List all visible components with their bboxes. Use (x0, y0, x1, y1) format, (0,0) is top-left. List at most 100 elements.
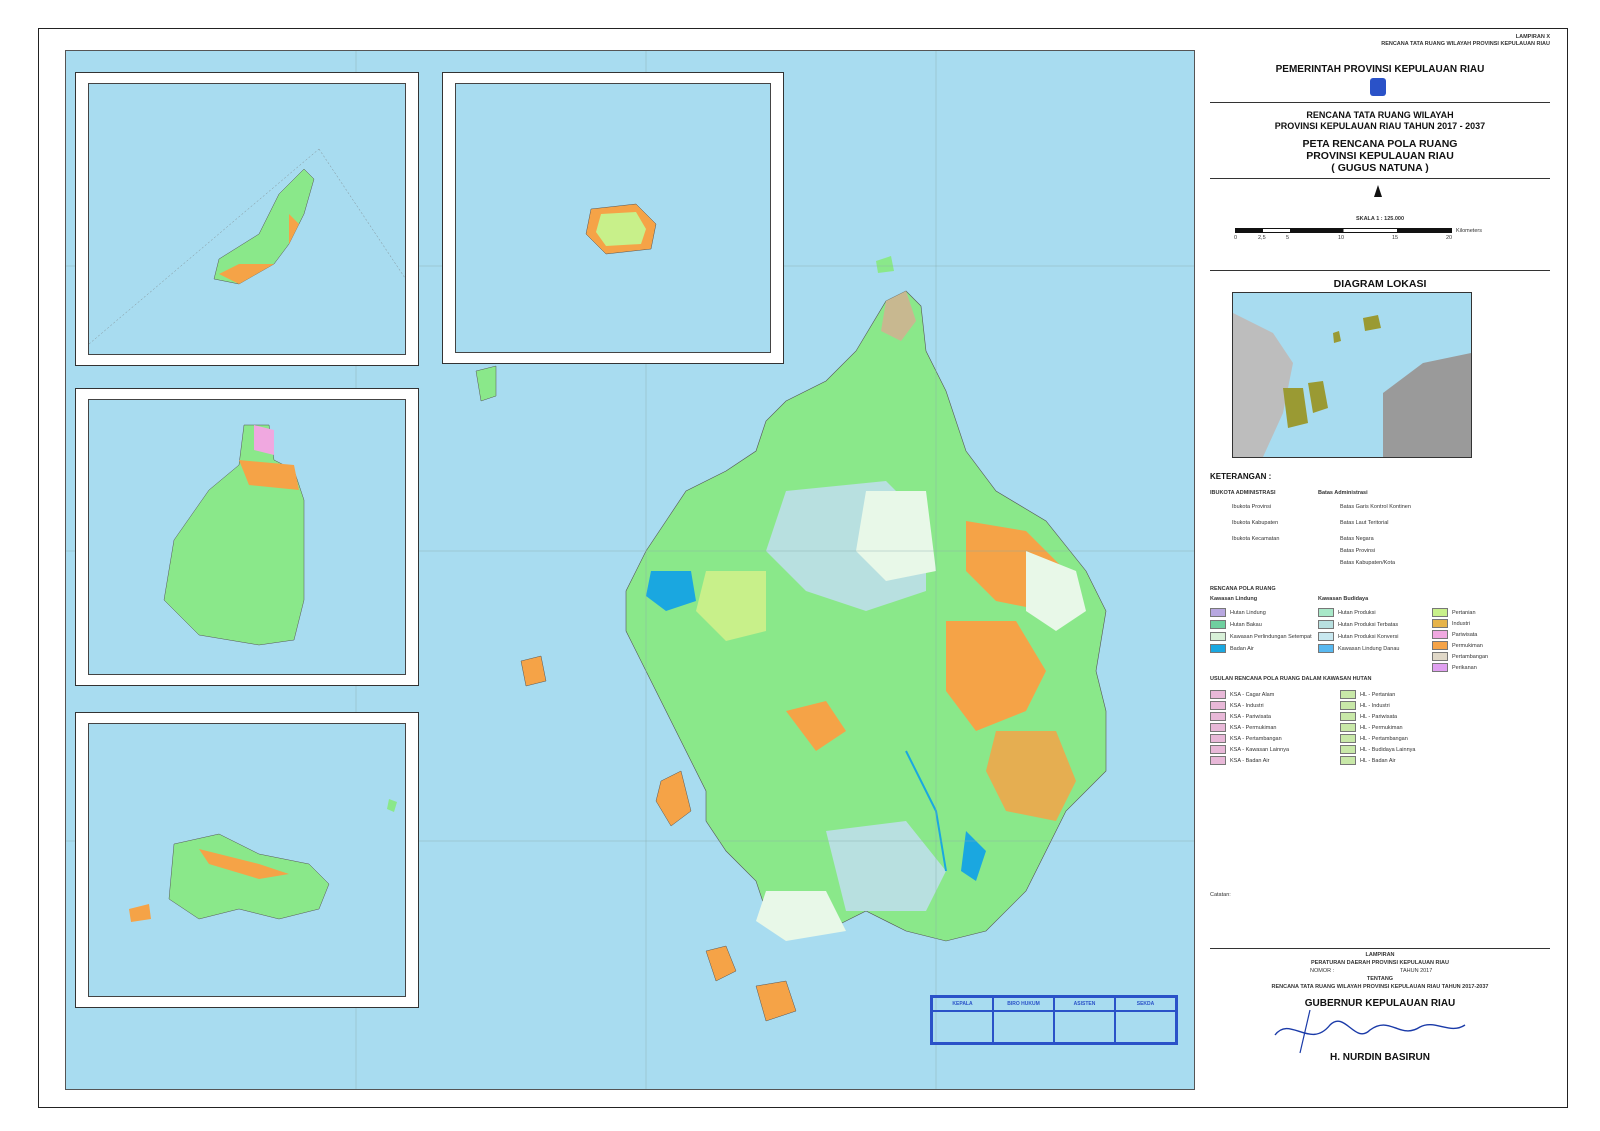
usulan-right-item-6: HL - Badan Air (1340, 756, 1396, 765)
budidaya-item-label: Hutan Produksi Terbatas (1338, 621, 1399, 628)
lindung-item-swatch (1210, 620, 1226, 629)
scale-tick-4: 15 (1392, 235, 1399, 241)
budidaya2-item-0: Pertanian (1432, 608, 1476, 617)
lindung-item-1: Hutan Bakau (1210, 620, 1262, 629)
usulan-left-item-swatch (1210, 712, 1226, 721)
admin-title: IBUKOTA ADMINISTRASI (1210, 490, 1276, 496)
lampiran-label: LAMPIRAN X (1515, 34, 1550, 40)
budidaya-item-2: Hutan Produksi Konversi (1318, 632, 1399, 641)
map-title-3: ( GUGUS NATUNA ) (1331, 162, 1429, 174)
usulan-right-item-4: HL - Pertambangan (1340, 734, 1408, 743)
scale-tick-5: 20 (1446, 235, 1453, 241)
stamp-sign-3 (1054, 1011, 1115, 1043)
stamp-sign-2 (993, 1011, 1054, 1043)
stamp-col-4: SEKDA (1115, 997, 1176, 1011)
stamp-col-2: BIRO HUKUM (993, 997, 1054, 1011)
plan-title-1: RENCANA TATA RUANG WILAYAH (1306, 110, 1454, 120)
budidaya2-item-swatch (1432, 652, 1448, 661)
pola-title: RENCANA POLA RUANG (1210, 586, 1276, 592)
tahun-label: TAHUN 2017 (1400, 968, 1433, 974)
usulan-right-item-label: HL - Permukiman (1360, 724, 1403, 731)
usulan-left-item-swatch (1210, 734, 1226, 743)
approval-stamp: KEPALA BIRO HUKUM ASISTEN SEKDA (930, 995, 1178, 1045)
budidaya2-item-4: Pertambangan (1432, 652, 1488, 661)
keterangan-label: KETERANGAN : (1210, 472, 1272, 481)
boundary-item-2: Batas Negara (1340, 536, 1374, 542)
budidaya-item-swatch (1318, 644, 1334, 653)
inset-map-top-middle[interactable] (442, 72, 784, 364)
perda-label: PERATURAN DAERAH PROVINSI KEPULAUAN RIAU (1310, 960, 1449, 966)
usulan-right-item-swatch (1340, 690, 1356, 699)
usulan-left-item-6: KSA - Badan Air (1210, 756, 1269, 765)
budidaya2-item-label: Industri (1452, 620, 1471, 627)
plan-title-2: PROVINSI KEPULAUAN RIAU TAHUN 2017 - 203… (1274, 121, 1486, 131)
top-subtitle: RENCANA TATA RUANG WILAYAH PROVINSI KEPU… (1381, 41, 1550, 47)
lampiran-bottom: LAMPIRAN (1365, 952, 1395, 958)
usulan-right-item-2: HL - Pariwisata (1340, 712, 1397, 721)
usulan-right-item-swatch (1340, 734, 1356, 743)
usulan-right-item-swatch (1340, 712, 1356, 721)
government-title: PEMERINTAH PROVINSI KEPULAUAN RIAU (1275, 64, 1485, 75)
rtrw-bottom: RENCANA TATA RUANG WILAYAH PROVINSI KEPU… (1271, 984, 1489, 990)
lindung-item-2: Kawasan Perlindungan Setempat (1210, 632, 1312, 641)
lindung-item-label: Kawasan Perlindungan Setempat (1230, 633, 1312, 640)
tentang-label: TENTANG (1366, 976, 1394, 982)
budidaya2-item-label: Perikanan (1452, 664, 1477, 671)
scale-tick-3: 10 (1338, 235, 1345, 241)
catatan-label: Catatan: (1210, 892, 1231, 898)
budidaya-item-label: Hutan Produksi (1338, 609, 1376, 616)
inset-island-1 (89, 148, 405, 345)
usulan-right-item-label: HL - Budidaya Lainnya (1360, 746, 1416, 753)
budidaya2-item-swatch (1432, 641, 1448, 650)
usulan-right-item-5: HL - Budidaya Lainnya (1340, 745, 1415, 754)
map-title-1: PETA RENCANA POLA RUANG (1302, 138, 1458, 150)
usulan-right-item-swatch (1340, 745, 1356, 754)
usulan-title: USULAN RENCANA POLA RUANG DALAM KAWASAN … (1210, 676, 1372, 682)
usulan-left-item-1: KSA - Industri (1210, 701, 1264, 710)
usulan-left-item-5: KSA - Kawasan Lainnya (1210, 745, 1289, 754)
budidaya2-item-swatch (1432, 619, 1448, 628)
usulan-left-item-label: KSA - Industri (1230, 702, 1264, 709)
usulan-right-item-label: HL - Industri (1360, 702, 1390, 709)
inset-map-middle-left[interactable] (75, 388, 419, 686)
diagram-title: DIAGRAM LOKASI (1333, 278, 1427, 290)
usulan-left-item-swatch (1210, 745, 1226, 754)
budidaya2-item-3: Permukiman (1432, 641, 1483, 650)
scale-bar (1235, 228, 1452, 233)
usulan-right-item-label: HL - Badan Air (1360, 757, 1396, 764)
budidaya2-item-label: Pariwisata (1452, 631, 1478, 638)
north-arrow-icon (1374, 185, 1382, 197)
usulan-right-item-label: HL - Pertanian (1360, 691, 1396, 698)
usulan-left-item-label: KSA - Pertambangan (1230, 735, 1282, 742)
governor-name: H. NURDIN BASIRUN (1330, 1052, 1430, 1063)
budidaya2-item-label: Permukiman (1452, 642, 1483, 649)
usulan-left-item-swatch (1210, 723, 1226, 732)
usulan-left-item-2: KSA - Pariwisata (1210, 712, 1271, 721)
usulan-left-item-0: KSA - Cagar Alam (1210, 690, 1274, 699)
province-emblem-icon (1370, 78, 1386, 96)
inset-map-top-left[interactable] (75, 72, 419, 366)
usulan-left-item-swatch (1210, 701, 1226, 710)
usulan-left-item-label: KSA - Kawasan Lainnya (1230, 746, 1290, 753)
usulan-left-item-4: KSA - Pertambangan (1210, 734, 1282, 743)
lindung-item-swatch (1210, 632, 1226, 641)
location-diagram[interactable] (1232, 292, 1472, 458)
budidaya-item-swatch (1318, 620, 1334, 629)
usulan-left-item-label: KSA - Cagar Alam (1230, 691, 1275, 698)
nomor-label: NOMOR : (1310, 968, 1335, 974)
legend-panel: LAMPIRAN X RENCANA TATA RUANG WILAYAH PR… (1210, 30, 1565, 1105)
budidaya-item-swatch (1318, 608, 1334, 617)
budidaya2-item-5: Perikanan (1432, 663, 1477, 672)
inset-map-bottom-left[interactable] (75, 712, 419, 1008)
location-diagram-drawing (1233, 313, 1471, 457)
admin-item-0: Ibukota Provinsi (1232, 504, 1272, 510)
budidaya-item-1: Hutan Produksi Terbatas (1318, 620, 1398, 629)
lindung-item-label: Hutan Lindung (1230, 609, 1266, 616)
budidaya-item-0: Hutan Produksi (1318, 608, 1376, 617)
lindung-item-swatch (1210, 608, 1226, 617)
map-title-2: PROVINSI KEPULAUAN RIAU (1306, 150, 1454, 162)
budidaya2-item-1: Industri (1432, 619, 1470, 628)
usulan-left-item-swatch (1210, 756, 1226, 765)
budidaya-item-label: Kawasan Lindung Danau (1338, 645, 1400, 652)
lindung-item-3: Badan Air (1210, 644, 1254, 653)
